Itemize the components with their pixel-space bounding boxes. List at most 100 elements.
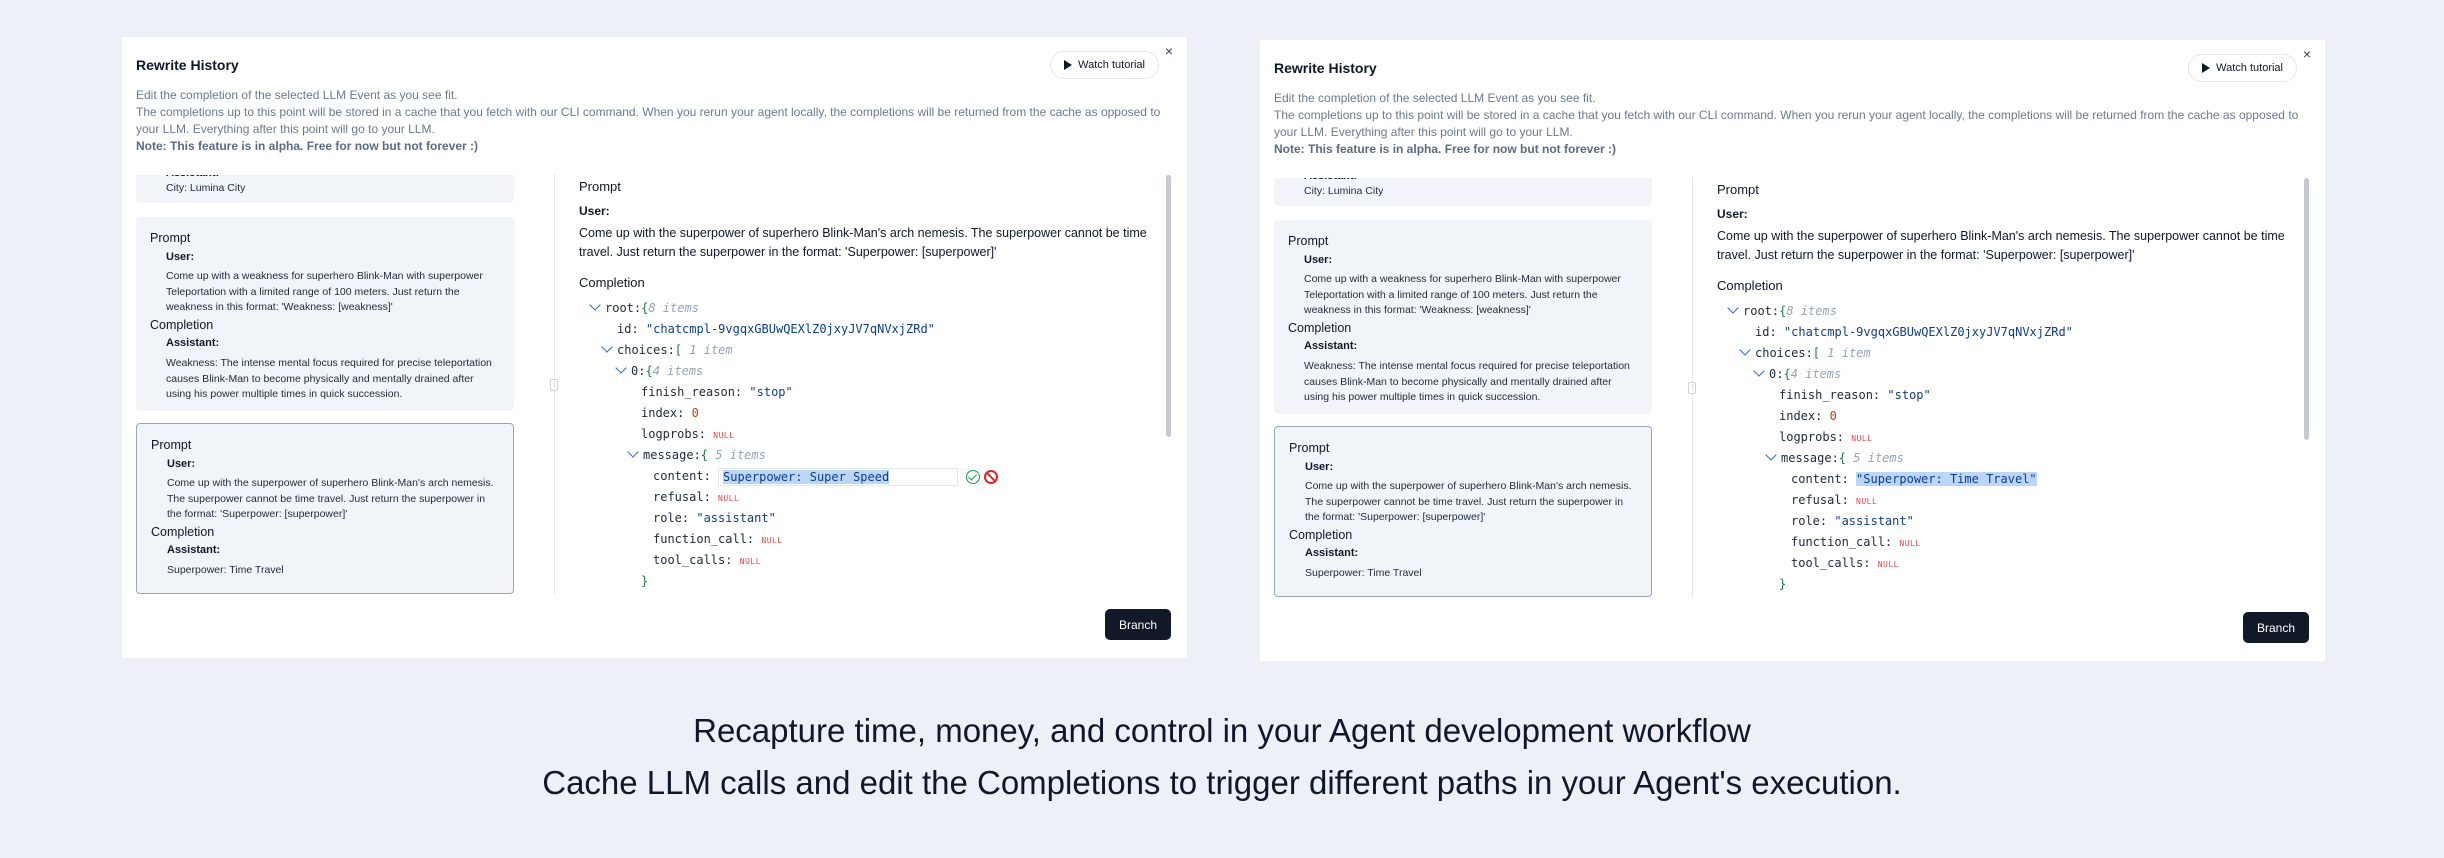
- list-item[interactable]: Prompt User: Come up with a weakness for…: [136, 217, 514, 411]
- json-role-row: role: "assistant": [1791, 514, 1914, 528]
- confirm-check-icon[interactable]: [966, 469, 981, 484]
- chevron-down-icon[interactable]: [601, 341, 613, 353]
- detail-user-label: User:: [579, 204, 610, 218]
- json-index-row: index: 0: [641, 406, 699, 420]
- json-id-row: id: "chatcmpl-9vgqxGBUwQEXlZ0jxyJV7qNVxj…: [1755, 325, 2073, 339]
- chevron-down-icon[interactable]: [615, 362, 627, 374]
- user-text: Come up with the superpower of superhero…: [1305, 480, 1632, 523]
- chevron-down-icon[interactable]: [1765, 449, 1777, 461]
- watch-tutorial-button[interactable]: Watch tutorial: [1050, 51, 1159, 79]
- description-line-1: Edit the completion of the selected LLM …: [136, 88, 458, 102]
- assistant-text: Superpower: Time Travel: [1305, 567, 1422, 579]
- alpha-note: Note: This feature is in alpha. Free for…: [1274, 142, 1617, 156]
- content-edit-input[interactable]: Superpower: Super Speed: [718, 467, 959, 486]
- assistant-text: City: Lumina City: [1304, 185, 1384, 197]
- scrollbar[interactable]: [2304, 178, 2309, 440]
- json-tool-calls-row: tool_calls: NULL: [1791, 556, 1899, 570]
- scrollbar[interactable]: [1166, 175, 1171, 437]
- close-button[interactable]: ×: [2299, 46, 2315, 62]
- user-text: Come up with a weakness for superhero Bl…: [166, 270, 483, 313]
- detail-prompt-heading: Prompt: [1717, 182, 1759, 197]
- list-item[interactable]: Prompt User: Come up with a weakness for…: [1274, 220, 1652, 414]
- user-label: User:: [1304, 254, 1333, 266]
- alpha-note: Note: This feature is in alpha. Free for…: [136, 139, 479, 153]
- user-text: Come up with the superpower of superhero…: [167, 477, 494, 520]
- chevron-down-icon[interactable]: [1753, 365, 1765, 377]
- assistant-label: Assistant:: [167, 544, 221, 556]
- panel-title: Rewrite History: [136, 57, 239, 73]
- json-root-row[interactable]: root:{8 items: [1727, 302, 1837, 320]
- chevron-down-icon[interactable]: [589, 299, 601, 311]
- drag-handle-icon[interactable]: ⋮: [550, 379, 558, 391]
- json-finish-reason-row: finish_reason: "stop": [641, 385, 793, 399]
- user-label: User:: [1305, 461, 1334, 473]
- event-detail: Prompt User: Come up with the superpower…: [579, 175, 1159, 595]
- branch-button[interactable]: Branch: [2242, 612, 2309, 643]
- json-function-call-row: function_call: NULL: [1791, 535, 1921, 549]
- detail-user-text: Come up with the superpower of superhero…: [579, 226, 1147, 259]
- json-finish-reason-row: finish_reason: "stop": [1779, 388, 1931, 402]
- user-label: User:: [166, 251, 195, 263]
- panel-title: Rewrite History: [1274, 60, 1377, 76]
- event-list[interactable]: Assistant: City: Lumina City Prompt User…: [136, 175, 514, 597]
- watch-tutorial-label: Watch tutorial: [2216, 62, 2283, 74]
- description: Edit the completion of the selected LLM …: [1274, 90, 2304, 158]
- caption-subheadline: Cache LLM calls and edit the Completions…: [542, 764, 1902, 801]
- detail-prompt-heading: Prompt: [579, 179, 621, 194]
- assistant-label: Assistant:: [166, 175, 219, 179]
- json-tool-calls-row: tool_calls: NULL: [653, 553, 761, 567]
- assistant-label: Assistant:: [166, 337, 220, 349]
- detail-user-label: User:: [1717, 207, 1748, 221]
- event-list[interactable]: Assistant: City: Lumina City Prompt User…: [1274, 178, 1652, 600]
- assistant-text: Weakness: The intense mental focus requi…: [1304, 360, 1630, 403]
- content-value[interactable]: "Superpower: Time Travel": [1856, 472, 2037, 486]
- list-item[interactable]: Assistant: City: Lumina City: [1274, 178, 1652, 206]
- json-root-row[interactable]: root:{8 items: [589, 299, 699, 317]
- list-item-selected[interactable]: Prompt User: Come up with the superpower…: [1274, 426, 1652, 597]
- description-line-2: The completions up to this point will be…: [136, 105, 1161, 136]
- assistant-text: Superpower: Time Travel: [167, 564, 284, 576]
- completion-heading: Completion: [1289, 528, 1353, 542]
- completion-heading: Completion: [1288, 321, 1352, 335]
- assistant-label: Assistant:: [1304, 340, 1358, 352]
- rewrite-history-panel: Rewrite History Watch tutorial × Edit th…: [122, 37, 1187, 658]
- list-item[interactable]: Assistant: City: Lumina City: [136, 175, 514, 203]
- description-line-1: Edit the completion of the selected LLM …: [1274, 91, 1596, 105]
- cancel-ban-icon[interactable]: [984, 469, 999, 484]
- json-choice-0-row[interactable]: 0:{4 items: [1753, 365, 1841, 383]
- json-choices-row[interactable]: choices:[ 1 item: [601, 341, 733, 359]
- chevron-down-icon[interactable]: [1727, 302, 1739, 314]
- json-message-row[interactable]: message:{ 5 items: [627, 446, 766, 464]
- drag-handle-icon[interactable]: ⋮: [1688, 382, 1696, 394]
- list-item-selected[interactable]: Prompt User: Come up with the superpower…: [136, 423, 514, 594]
- detail-user-text: Come up with the superpower of superhero…: [1717, 229, 2285, 262]
- json-index-row: index: 0: [1779, 409, 1837, 423]
- chevron-down-icon[interactable]: [627, 446, 639, 458]
- prompt-heading: Prompt: [150, 231, 191, 245]
- completion-heading: Completion: [150, 318, 214, 332]
- json-close-brace: }: [1779, 577, 1787, 591]
- user-text: Come up with a weakness for superhero Bl…: [1304, 273, 1621, 316]
- prompt-heading: Prompt: [151, 438, 192, 452]
- json-refusal-row: refusal: NULL: [1791, 493, 1878, 507]
- json-role-row: role: "assistant": [653, 511, 776, 525]
- detail-completion-heading: Completion: [579, 275, 645, 290]
- json-content-row[interactable]: content: "Superpower: Time Travel": [1791, 470, 2037, 488]
- json-choice-0-row[interactable]: 0:{4 items: [615, 362, 703, 380]
- event-detail: Prompt User: Come up with the superpower…: [1717, 178, 2297, 598]
- branch-button[interactable]: Branch: [1104, 609, 1171, 640]
- assistant-text: City: Lumina City: [166, 182, 246, 194]
- json-content-row[interactable]: content: Superpower: Super Speed: [653, 467, 999, 486]
- json-choices-row[interactable]: choices:[ 1 item: [1739, 344, 1871, 362]
- json-logprobs-row: logprobs: NULL: [641, 427, 735, 441]
- assistant-text: Weakness: The intense mental focus requi…: [166, 357, 492, 400]
- close-button[interactable]: ×: [1161, 43, 1177, 59]
- chevron-down-icon[interactable]: [1739, 344, 1751, 356]
- json-refusal-row: refusal: NULL: [653, 490, 740, 504]
- watch-tutorial-button[interactable]: Watch tutorial: [2188, 54, 2297, 82]
- description: Edit the completion of the selected LLM …: [136, 87, 1166, 155]
- json-message-row[interactable]: message:{ 5 items: [1765, 449, 1904, 467]
- caption-headline: Recapture time, money, and control in yo…: [693, 712, 1751, 749]
- completion-heading: Completion: [151, 525, 215, 539]
- prompt-heading: Prompt: [1289, 441, 1330, 455]
